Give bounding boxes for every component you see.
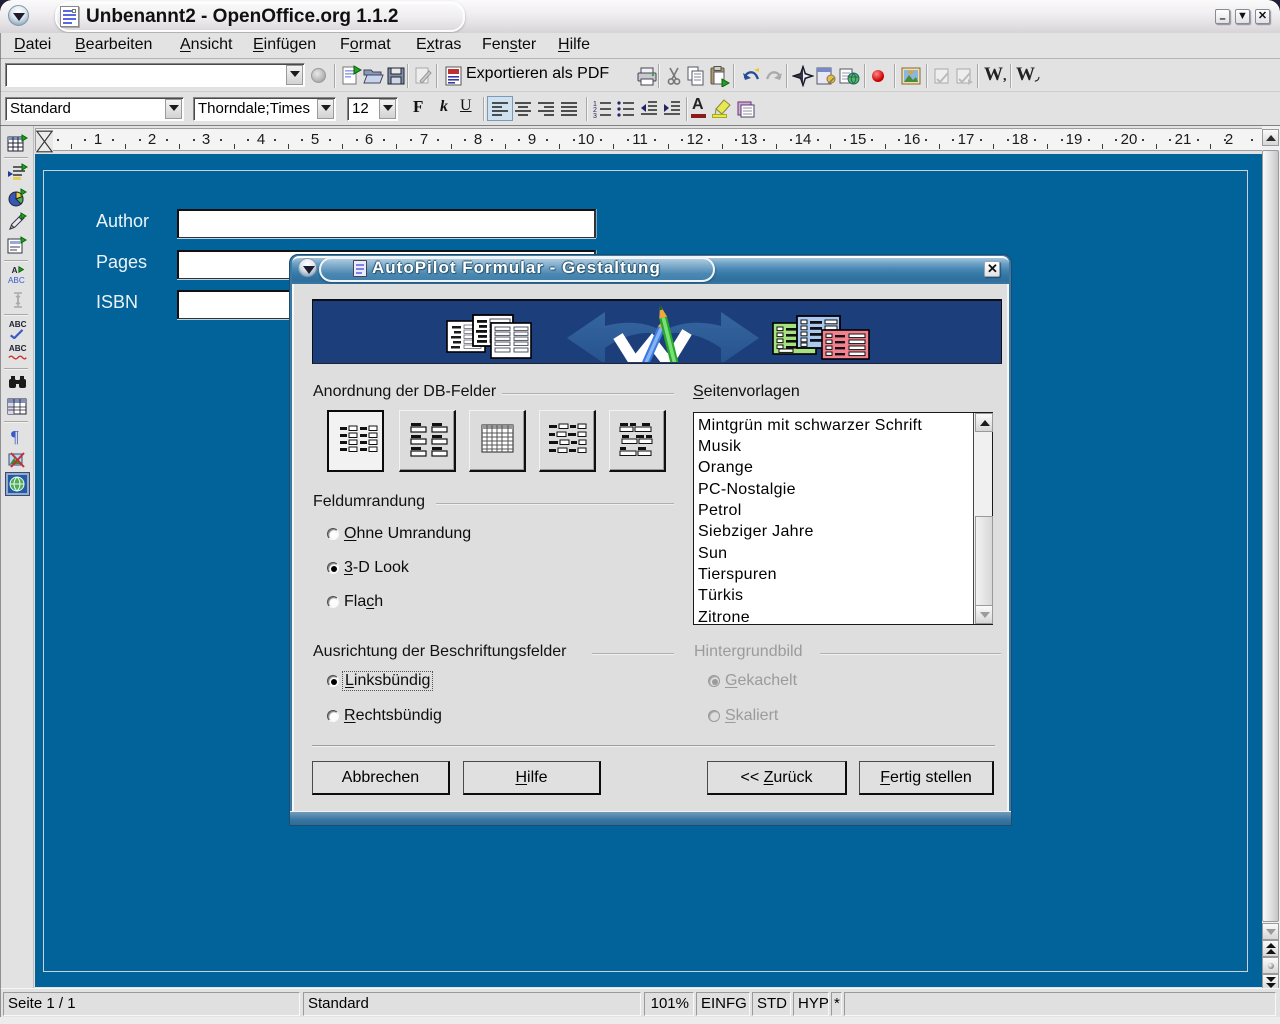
svg-text:A: A — [12, 266, 18, 275]
svg-text:¶: ¶ — [11, 427, 19, 446]
svg-text:3: 3 — [593, 113, 597, 120]
svg-text:ABC: ABC — [8, 276, 25, 285]
svg-text:ABC: ABC — [9, 320, 27, 329]
svg-text:ABC: ABC — [9, 344, 27, 353]
